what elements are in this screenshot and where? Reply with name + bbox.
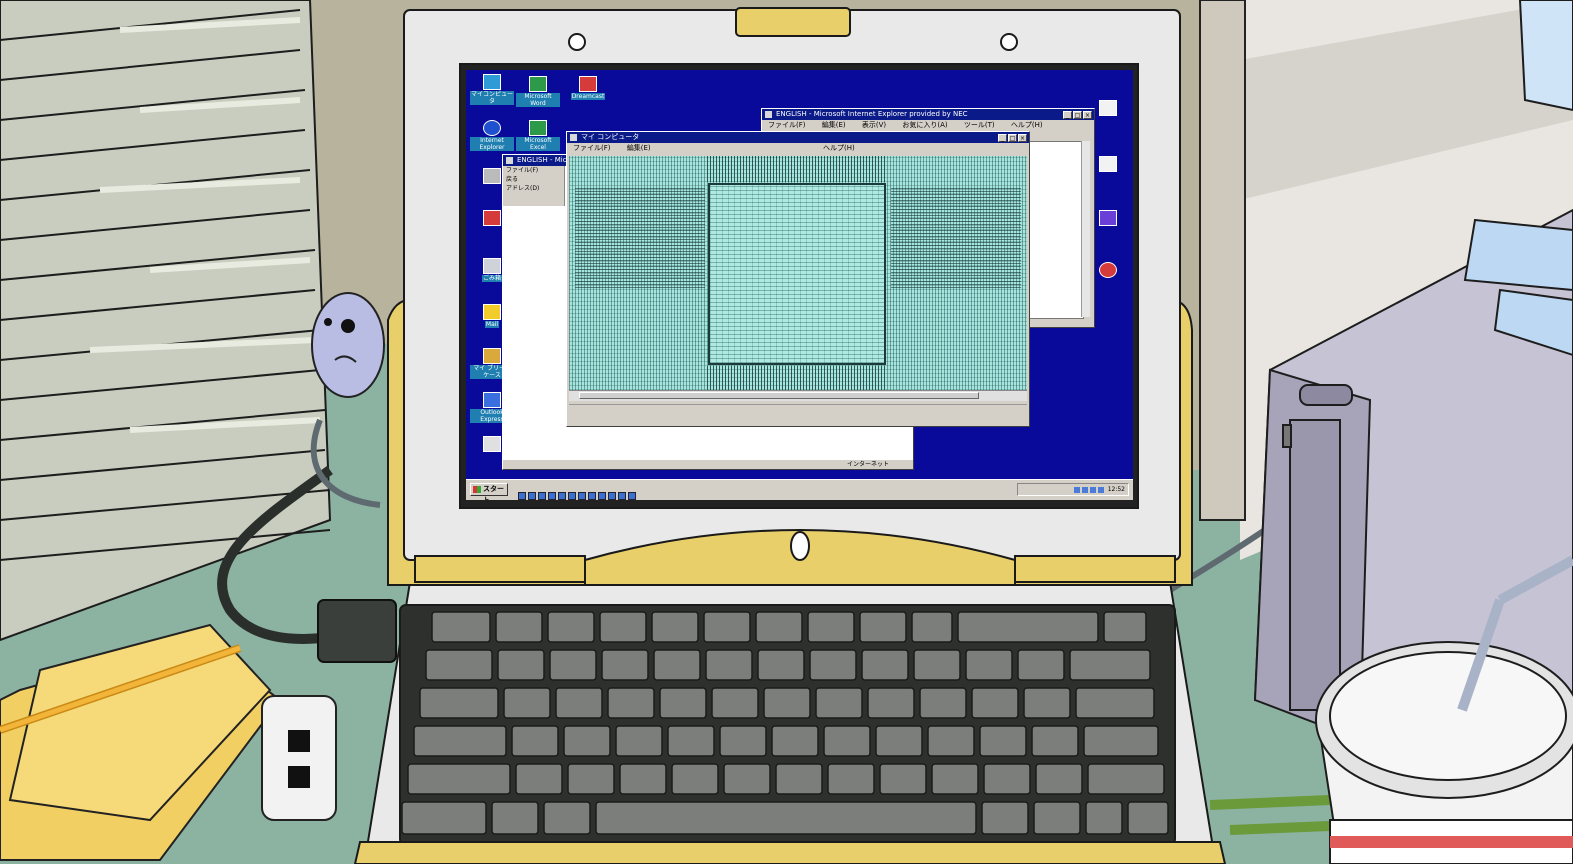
chart-app-icon (1099, 210, 1117, 226)
tray-icon[interactable] (1097, 486, 1104, 493)
quick-launch-icon[interactable] (538, 492, 546, 500)
usb-device (261, 695, 337, 821)
setup-icon (483, 436, 501, 452)
desktop-icon-excel[interactable]: Microsoft Excel (516, 120, 560, 151)
mc-content-area[interactable] (569, 156, 1027, 390)
quick-launch (518, 485, 638, 500)
mascot-figure (311, 292, 385, 398)
ie-menu-favorites[interactable]: お気に入り(A) (902, 121, 947, 129)
my-computer-icon (483, 74, 501, 90)
quick-launch-icon[interactable] (608, 492, 616, 500)
mc-title-bar[interactable]: マイ コンピュータ _ □ × (567, 132, 1029, 143)
left-panel-file[interactable]: ファイル(F) (506, 166, 564, 175)
quick-launch-icon[interactable] (628, 492, 636, 500)
desktop-icon-word[interactable]: Microsoft Word (516, 76, 560, 107)
maximize-button[interactable]: □ (1073, 111, 1082, 119)
content-band-top (707, 156, 885, 182)
clock[interactable]: 12:52 (1108, 486, 1125, 493)
quick-launch-icon[interactable] (598, 492, 606, 500)
left-window-icon (506, 157, 513, 164)
shortcut-icon (483, 168, 501, 184)
quick-launch-icon[interactable] (548, 492, 556, 500)
folder-icon (483, 304, 501, 320)
quick-launch-icon[interactable] (528, 492, 536, 500)
left-panel-address[interactable]: アドレス(D) (506, 184, 564, 193)
quick-launch-icon[interactable] (618, 492, 626, 500)
left-toolbar-panel: ファイル(F) 戻る アドレス(D) (503, 166, 565, 206)
tray-icon[interactable] (1073, 486, 1080, 493)
quick-launch-icon[interactable] (588, 492, 596, 500)
document-icon (1099, 156, 1117, 172)
mc-menu-edit[interactable]: 編集(E) (627, 144, 651, 152)
ie-menu-file[interactable]: ファイル(F) (768, 121, 806, 129)
quick-launch-icon[interactable] (558, 492, 566, 500)
ie-window-icon (765, 111, 772, 118)
start-label: スタート (483, 485, 504, 500)
mc-window-icon (570, 134, 577, 141)
content-band-right (891, 188, 1021, 288)
mc-menu-help[interactable]: ヘルプ(H) (823, 143, 855, 154)
content-band-bottom (707, 366, 885, 390)
mc-status-bar (569, 404, 1027, 423)
recycle-bin-icon (483, 258, 501, 274)
network-icon (529, 76, 547, 92)
internet-explorer-icon (483, 120, 501, 136)
tray-icon[interactable] (1081, 486, 1088, 493)
ie-page-area[interactable] (1026, 141, 1084, 319)
desktop-icon-dreamcast[interactable]: Dreamcast (566, 76, 610, 100)
left-panel-back[interactable]: 戻る (506, 175, 564, 184)
document-icon (1099, 100, 1117, 116)
left-status-text: インターネット (846, 461, 889, 468)
laptop-screen: マイコンピュータ Internet Explorer ごみ箱 Mail マイ ブ… (466, 70, 1133, 500)
ie-menu-bar: ファイル(F) 編集(E) 表示(V) お気に入り(A) ツール(T) ヘルプ(… (762, 120, 1094, 131)
tray-icon[interactable] (1089, 486, 1096, 493)
maximize-button[interactable]: □ (1008, 134, 1017, 142)
start-button[interactable]: スタート (470, 483, 508, 500)
left-title: ENGLISH - Mic (517, 156, 567, 164)
scene: マイコンピュータ Internet Explorer ごみ箱 Mail マイ ブ… (0, 0, 1573, 864)
ie-menu-help[interactable]: ヘルプ(H) (1011, 121, 1043, 129)
content-band-left (575, 188, 705, 288)
ie-menu-edit[interactable]: 編集(E) (822, 121, 846, 129)
mc-horizontal-scrollbar[interactable] (569, 390, 1027, 401)
power-plug (317, 599, 397, 663)
desktop-icon-my-computer[interactable]: マイコンピュータ (470, 74, 514, 105)
quick-launch-icon[interactable] (568, 492, 576, 500)
minimize-button[interactable]: _ (998, 134, 1007, 142)
ie-title: ENGLISH - Microsoft Internet Explorer pr… (776, 110, 968, 118)
app-red-icon (579, 76, 597, 92)
app-red-icon-small (483, 210, 501, 226)
minimize-button[interactable]: _ (1063, 111, 1072, 119)
my-computer-window[interactable]: マイ コンピュータ _ □ × ファイル(F) 編集(E) ヘルプ(H) (566, 131, 1030, 427)
close-button[interactable]: × (1083, 111, 1092, 119)
excel-icon (529, 120, 547, 136)
ie-vertical-scrollbar[interactable] (1081, 141, 1090, 317)
mc-scroll-thumb[interactable] (579, 392, 979, 399)
mc-title: マイ コンピュータ (581, 133, 640, 141)
media-app-icon (1099, 262, 1117, 278)
mc-menu-bar: ファイル(F) 編集(E) ヘルプ(H) (567, 143, 1029, 154)
briefcase-icon (483, 348, 501, 364)
mc-menu-file[interactable]: ファイル(F) (573, 144, 611, 152)
quick-launch-icon[interactable] (518, 492, 526, 500)
left-status-bar: インターネット (503, 460, 913, 469)
outlook-icon (483, 392, 501, 408)
close-button[interactable]: × (1018, 134, 1027, 142)
ie-title-bar[interactable]: ENGLISH - Microsoft Internet Explorer pr… (762, 109, 1094, 120)
ie-menu-view[interactable]: 表示(V) (862, 121, 886, 129)
desktop-icon-internet-explorer[interactable]: Internet Explorer (470, 120, 514, 151)
quick-launch-icon[interactable] (578, 492, 586, 500)
system-tray: 12:52 (1017, 483, 1129, 496)
windows-flag-icon (473, 486, 481, 493)
taskbar: スタート 12:52 (466, 479, 1133, 500)
ie-menu-tools[interactable]: ツール(T) (964, 121, 995, 129)
content-center-panel (708, 183, 886, 365)
